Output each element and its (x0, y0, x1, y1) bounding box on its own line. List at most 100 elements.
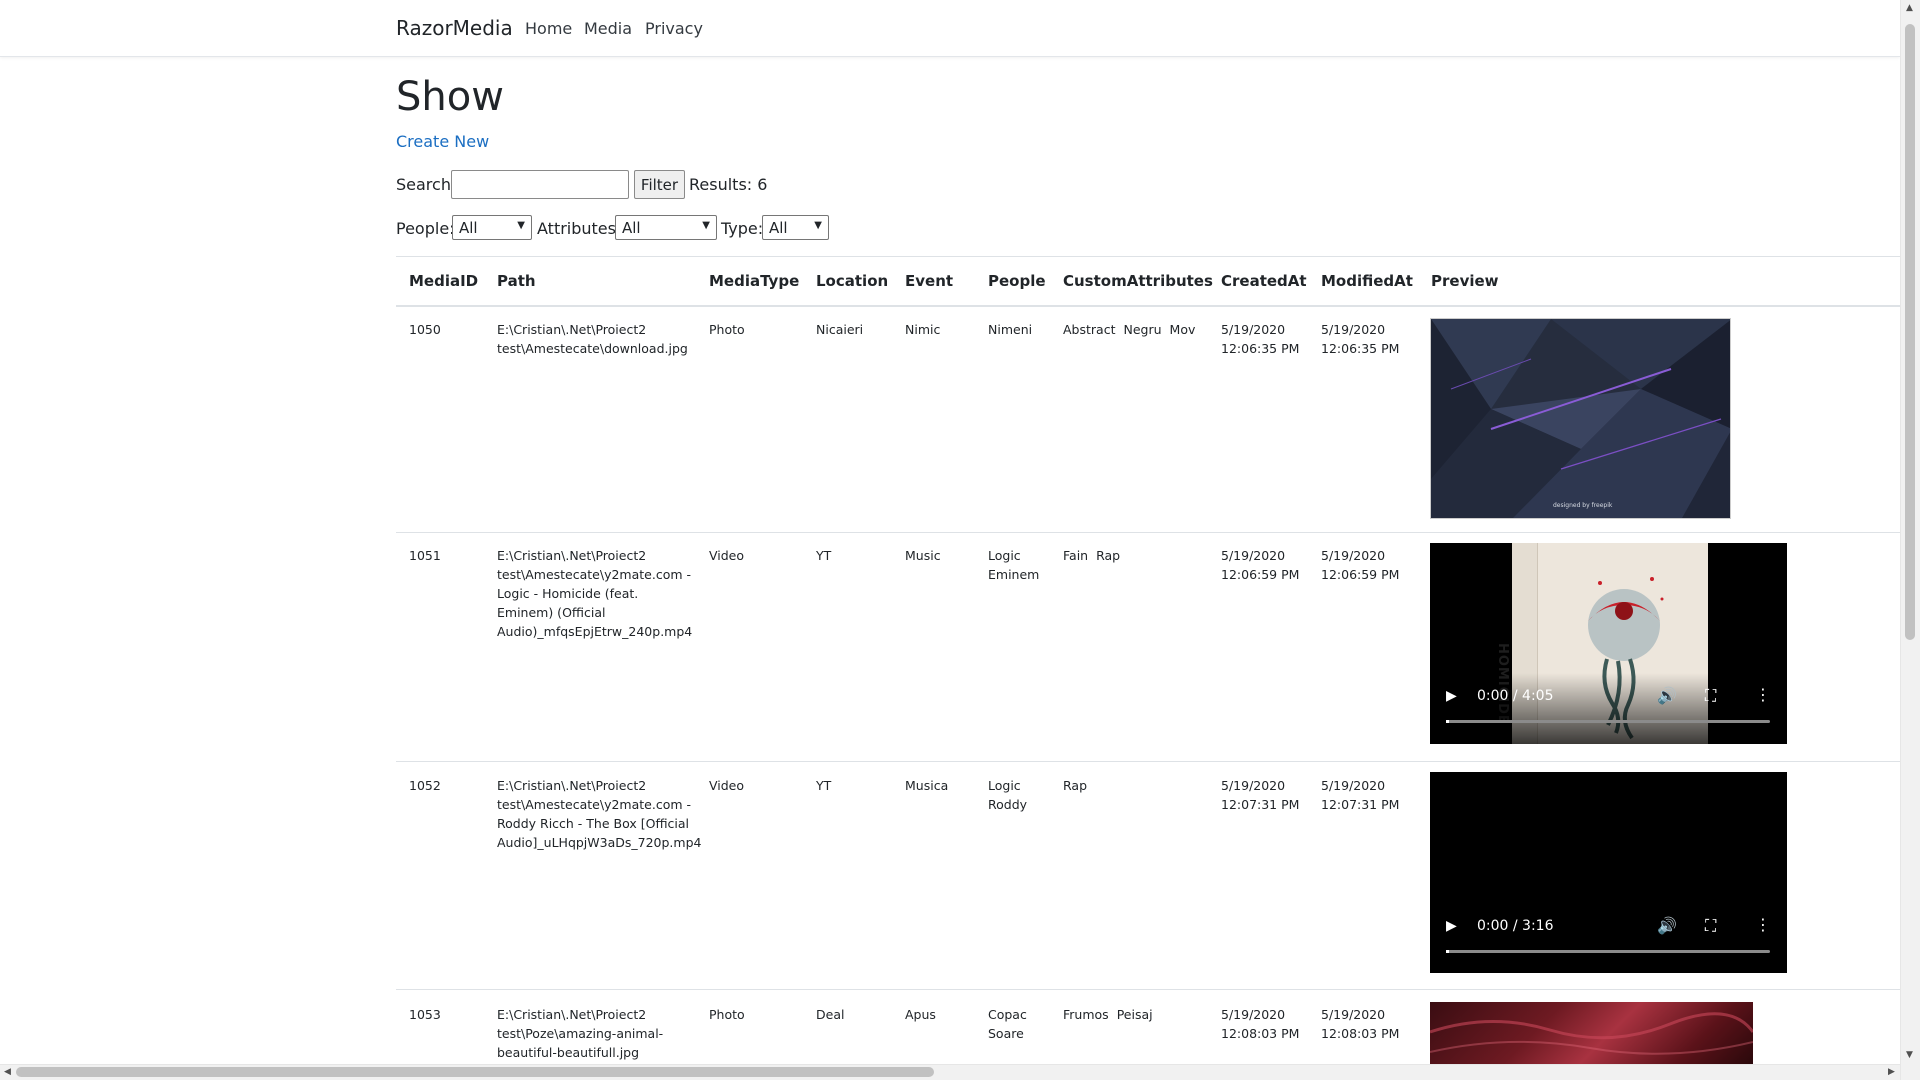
people-select-value: All (459, 218, 478, 237)
nav-link-home[interactable]: Home (525, 19, 572, 38)
brand-link[interactable]: RazorMedia (396, 16, 513, 40)
cell-mediatype: Photo (709, 1007, 745, 1022)
chevron-down-icon: ▼ (814, 220, 822, 231)
cell-people: Logic Eminem (988, 546, 1048, 584)
video-progress-bar[interactable] (1446, 720, 1770, 723)
modified-date: 5/19/2020 (1321, 322, 1386, 337)
scroll-right-arrow-icon[interactable]: ▶ (1888, 1067, 1895, 1077)
cell-location: YT (816, 778, 832, 793)
video-time: 0:00 / 4:05 (1477, 688, 1554, 704)
cell-modifiedat: 5/19/2020 12:06:35 PM (1321, 320, 1399, 358)
people-select[interactable]: All ▼ (452, 215, 532, 240)
cell-attributes: Abstract Negru Mov (1063, 320, 1213, 339)
photo-preview (1430, 1002, 1753, 1064)
cell-event: Nimic (905, 322, 941, 337)
vertical-scroll-thumb[interactable] (1905, 24, 1915, 640)
chevron-down-icon: ▼ (517, 220, 525, 231)
attributes-filter-label: Attributes: (537, 219, 622, 238)
header-preview: Preview (1431, 272, 1499, 290)
created-date: 5/19/2020 (1221, 1007, 1286, 1022)
scroll-up-arrow-icon[interactable]: ▲ (1906, 3, 1913, 13)
fullscreen-icon[interactable]: ⛶ (1705, 916, 1716, 936)
modified-time: 12:08:03 PM (1321, 1026, 1400, 1041)
cell-path: E:\Cristian\.Net\Proiect2 test\Amestecat… (497, 778, 702, 850)
header-createdat: CreatedAt (1221, 272, 1307, 290)
fullscreen-icon[interactable]: ⛶ (1705, 686, 1716, 706)
nav-link-privacy[interactable]: Privacy (645, 19, 703, 38)
cell-attributes: Frumos Peisaj (1063, 1005, 1213, 1024)
video-player[interactable]: HOMICIDE ▶ 0:00 / 4:05 🔊 ⛶ ⋮ (1430, 543, 1787, 744)
cell-mediatype: Video (709, 778, 745, 793)
table-header-border (396, 305, 1900, 307)
modified-time: 12:06:35 PM (1321, 341, 1400, 356)
cell-event: Music (905, 548, 941, 563)
play-icon[interactable]: ▶ (1446, 918, 1457, 934)
person-tag: Eminem (988, 567, 1040, 582)
more-options-icon[interactable]: ⋮ (1755, 915, 1771, 934)
created-date: 5/19/2020 (1221, 322, 1286, 337)
cell-people: Nimeni (988, 320, 1048, 339)
row-divider (396, 761, 1900, 762)
cell-event: Apus (905, 1007, 936, 1022)
scroll-left-arrow-icon[interactable]: ◀ (4, 1067, 11, 1077)
horizontal-scroll-thumb[interactable] (16, 1067, 934, 1077)
person-tag: Nimeni (988, 322, 1033, 337)
cell-attributes: Rap (1063, 776, 1213, 795)
cell-modifiedat: 5/19/2020 12:06:59 PM (1321, 546, 1399, 584)
cell-location: YT (816, 548, 832, 563)
attributes-select-value: All (622, 218, 641, 237)
more-options-icon[interactable]: ⋮ (1755, 685, 1771, 704)
video-time: 0:00 / 3:16 (1477, 918, 1554, 934)
created-time: 12:08:03 PM (1221, 1026, 1300, 1041)
volume-icon[interactable]: 🔊 (1657, 916, 1677, 935)
created-date: 5/19/2020 (1221, 778, 1286, 793)
create-new-link[interactable]: Create New (396, 132, 489, 151)
person-tag: Copac (988, 1007, 1027, 1022)
navbar: RazorMedia Home Media Privacy (0, 0, 1900, 57)
type-select[interactable]: All ▼ (762, 215, 829, 240)
landscape-image (1430, 1012, 1753, 1055)
search-input[interactable] (451, 170, 629, 199)
attribute-tag: Rap (1096, 548, 1121, 563)
cell-path: E:\Cristian\.Net\Proiect2 test\Amestecat… (497, 548, 693, 639)
cell-mediaid: 1052 (409, 778, 441, 793)
attribute-tag: Fain (1063, 548, 1089, 563)
cell-location: Deal (816, 1007, 845, 1022)
modified-time: 12:07:31 PM (1321, 797, 1400, 812)
video-progress-bar[interactable] (1446, 950, 1770, 953)
created-time: 12:06:35 PM (1221, 341, 1300, 356)
header-mediatype: MediaType (709, 272, 800, 290)
scroll-down-arrow-icon[interactable]: ▼ (1906, 1050, 1913, 1060)
attribute-tag: Abstract (1063, 322, 1116, 337)
cell-mediatype: Photo (709, 322, 745, 337)
cell-mediatype: Video (709, 548, 745, 563)
created-date: 5/19/2020 (1221, 548, 1286, 563)
people-filter-label: People: (396, 219, 455, 238)
play-icon[interactable]: ▶ (1446, 688, 1457, 704)
attributes-select[interactable]: All ▼ (615, 215, 717, 240)
cell-path: E:\Cristian\.Net\Proiect2 test\Poze\amaz… (497, 1007, 664, 1060)
cell-modifiedat: 5/19/2020 12:08:03 PM (1321, 1005, 1399, 1043)
filter-button[interactable]: Filter (634, 170, 685, 199)
cell-createdat: 5/19/2020 12:06:59 PM (1221, 546, 1299, 584)
attribute-tag: Frumos (1063, 1007, 1109, 1022)
modified-time: 12:06:59 PM (1321, 567, 1400, 582)
header-modifiedat: ModifiedAt (1321, 272, 1413, 290)
header-location: Location (816, 272, 889, 290)
video-player[interactable]: ▶ 0:00 / 3:16 🔊 ⛶ ⋮ (1430, 772, 1787, 973)
created-time: 12:06:59 PM (1221, 567, 1300, 582)
cell-createdat: 5/19/2020 12:07:31 PM (1221, 776, 1299, 814)
image-caption: designed by freepik (1553, 502, 1613, 509)
page-title: Show (396, 74, 504, 120)
cell-mediaid: 1053 (409, 1007, 441, 1022)
volume-icon[interactable]: 🔊 (1657, 686, 1677, 705)
results-count: Results: 6 (689, 175, 768, 194)
nav-link-media[interactable]: Media (584, 19, 632, 38)
cell-mediaid: 1051 (409, 548, 441, 563)
modified-date: 5/19/2020 (1321, 1007, 1386, 1022)
modified-date: 5/19/2020 (1321, 778, 1386, 793)
cell-event: Musica (905, 778, 949, 793)
cell-createdat: 5/19/2020 12:06:35 PM (1221, 320, 1299, 358)
cell-people: Logic Roddy (988, 776, 1048, 814)
cell-people: Copac Soare (988, 1005, 1048, 1043)
